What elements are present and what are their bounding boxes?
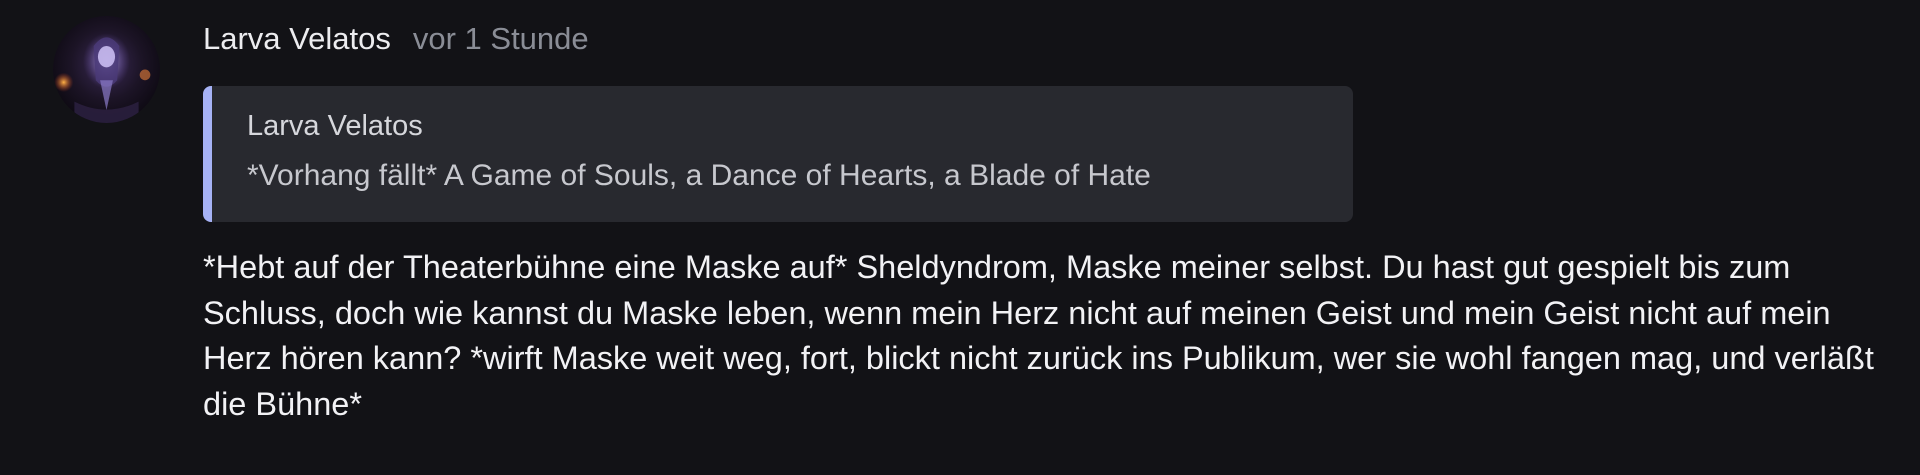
reply-quote[interactable]: Larva Velatos *Vorhang fällt* A Game of … — [203, 86, 1353, 222]
author-name[interactable]: Larva Velatos — [203, 21, 391, 57]
quote-text: *Vorhang fällt* A Game of Souls, a Dance… — [247, 159, 1151, 192]
message-timestamp: vor 1 Stunde — [412, 21, 589, 56]
avatar[interactable] — [53, 16, 160, 123]
avatar-image — [53, 16, 160, 123]
quote-author: Larva Velatos — [247, 110, 423, 142]
message-header: Larva Velatos vor 1 Stunde — [203, 19, 589, 59]
chat-message: Larva Velatos vor 1 Stunde Larva Velatos… — [0, 0, 1920, 475]
message-body: *Hebt auf der Theaterbühne eine Maske au… — [203, 249, 1874, 422]
